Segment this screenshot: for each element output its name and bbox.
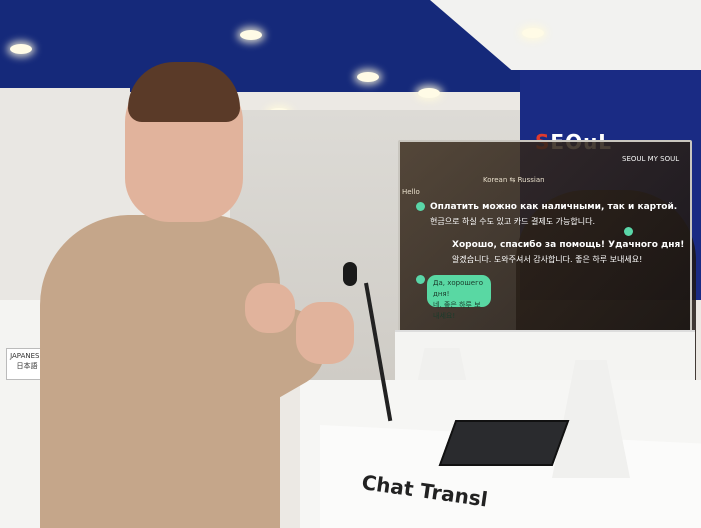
screen-message: 현금으로 하실 수도 있고 카드 결제도 가능합니다. — [430, 217, 595, 226]
message-dot-icon — [624, 227, 633, 236]
screen-left-label: Hello — [402, 188, 420, 196]
ceiling-light — [240, 30, 262, 40]
ceiling-light — [10, 44, 32, 54]
screen-message: Оплатить можно как наличными, так и карт… — [430, 202, 678, 212]
bubble-line2: 네, 좋은 하루 보내세요! — [433, 301, 481, 320]
screen-brand-label: SEOUL MY SOUL — [622, 155, 680, 163]
ceiling-light — [418, 88, 440, 98]
microphone-icon[interactable] — [343, 262, 357, 286]
screen-message: Хорошо, спасибо за помощь! Удачного дня! — [452, 240, 685, 250]
screen-message: 알겠습니다. 도와주셔서 감사합니다. 좋은 하루 보내세요! — [452, 255, 643, 264]
person-hand — [296, 302, 354, 364]
person-hand — [245, 283, 295, 333]
message-dot-icon — [416, 202, 425, 211]
ceiling-light — [522, 28, 544, 38]
bubble-line1: Да, хорошего дня! — [433, 279, 484, 298]
ceiling-light — [357, 72, 379, 82]
chat-bubble: Да, хорошего дня! 네, 좋은 하루 보내세요! — [427, 275, 491, 320]
screen-header: Korean ⇆ Russian — [483, 176, 545, 184]
message-dot-icon — [416, 275, 425, 284]
tablet-device[interactable] — [438, 420, 570, 466]
